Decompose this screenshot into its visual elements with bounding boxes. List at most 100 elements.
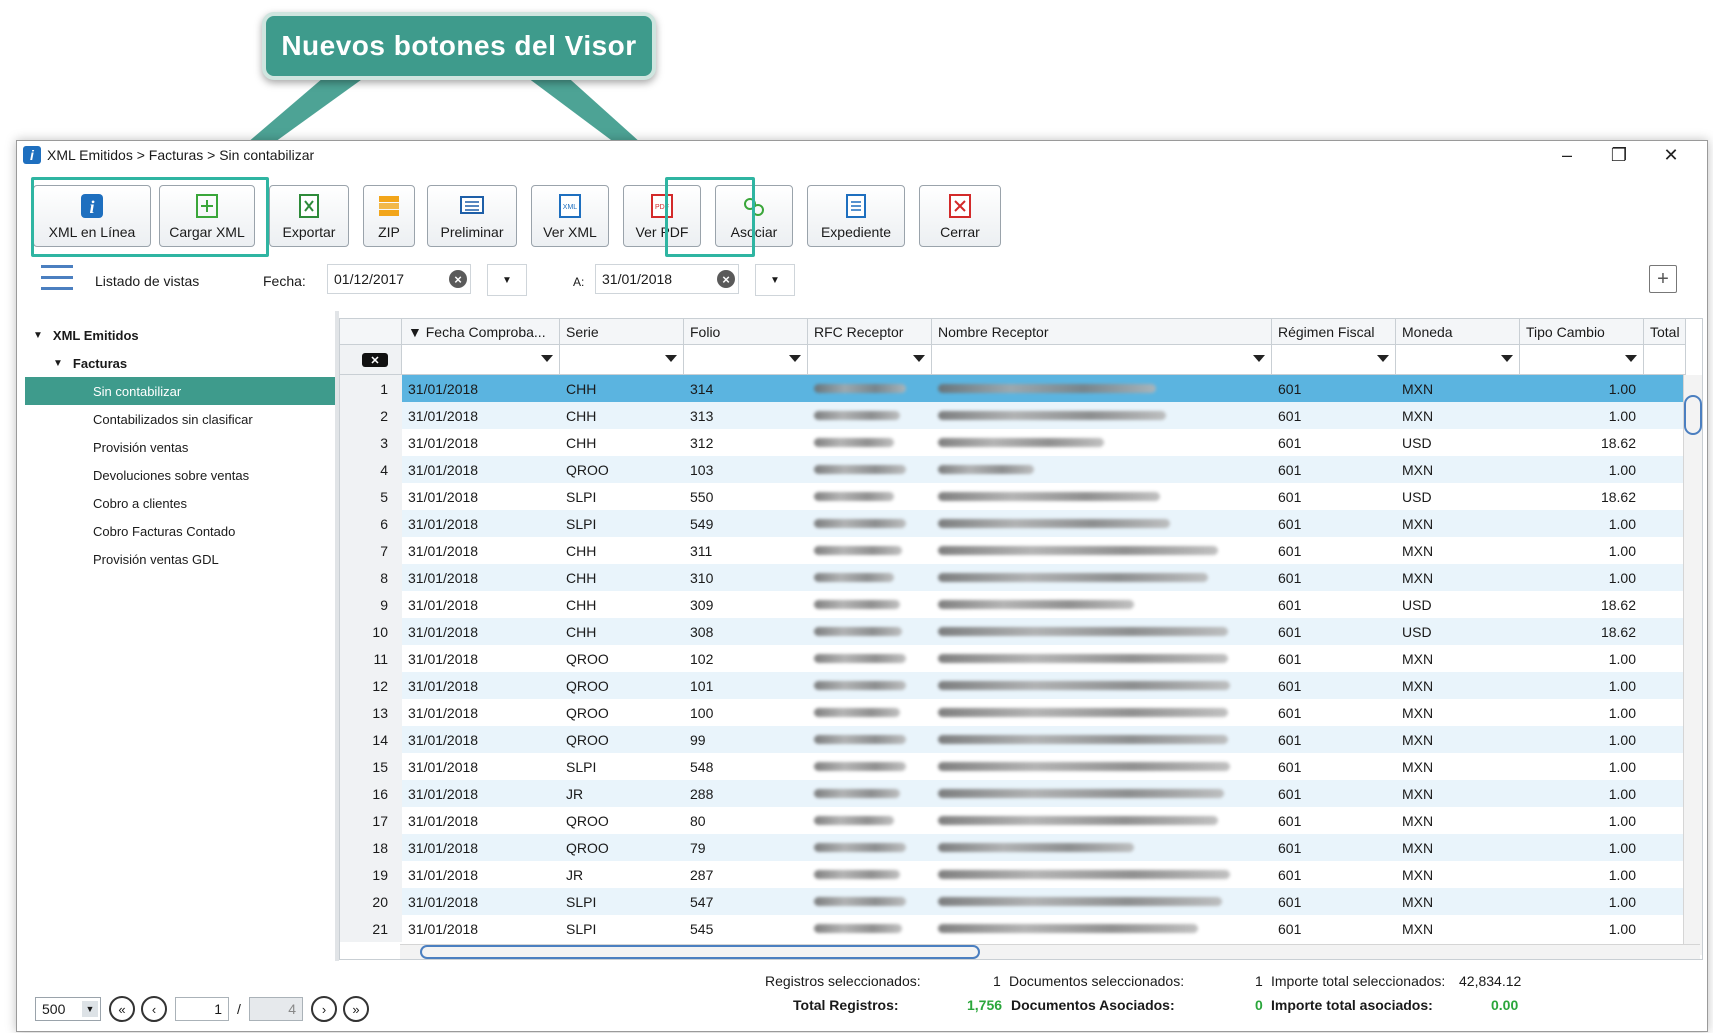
table-row[interactable]: 1 31/01/2018 CHH 314 601 MXN 1.00 bbox=[340, 375, 1686, 402]
page-input[interactable]: 1 bbox=[175, 997, 229, 1021]
sidebar-item-provision-ventas[interactable]: Provisión ventas bbox=[25, 433, 335, 461]
redacted-text bbox=[938, 519, 1170, 528]
table-row[interactable]: 19 31/01/2018 JR 287 601 MXN 1.00 bbox=[340, 861, 1686, 888]
filter-serie[interactable] bbox=[560, 345, 684, 375]
restore-button[interactable]: ❐ bbox=[1593, 141, 1645, 169]
redacted-text bbox=[938, 924, 1198, 933]
expediente-button[interactable]: Expediente bbox=[807, 185, 905, 247]
table-row[interactable]: 6 31/01/2018 SLPI 549 601 MXN 1.00 bbox=[340, 510, 1686, 537]
filter-fecha[interactable] bbox=[402, 345, 560, 375]
col-header-folio[interactable]: Folio bbox=[684, 319, 808, 345]
prev-page-icon[interactable]: ‹ bbox=[141, 996, 167, 1022]
table-row[interactable]: 16 31/01/2018 JR 288 601 MXN 1.00 bbox=[340, 780, 1686, 807]
last-page-icon[interactable]: » bbox=[343, 996, 369, 1022]
col-header-moneda[interactable]: Moneda bbox=[1396, 319, 1520, 345]
vertical-scrollbar[interactable] bbox=[1683, 375, 1702, 955]
table-row[interactable]: 20 31/01/2018 SLPI 547 601 MXN 1.00 bbox=[340, 888, 1686, 915]
cell-folio: 550 bbox=[690, 488, 714, 505]
table-row[interactable]: 14 31/01/2018 QROO 99 601 MXN 1.00 bbox=[340, 726, 1686, 753]
table-row[interactable]: 8 31/01/2018 CHH 310 601 MXN 1.00 bbox=[340, 564, 1686, 591]
col-header-rfc[interactable]: RFC Receptor bbox=[808, 319, 932, 345]
table-row[interactable]: 13 31/01/2018 QROO 100 601 MXN 1.00 bbox=[340, 699, 1686, 726]
col-header-fecha[interactable]: ▼ Fecha Comproba... bbox=[402, 319, 560, 345]
filter-tipo-cambio[interactable] bbox=[1520, 345, 1644, 375]
sidebar-item-cobro-clientes[interactable]: Cobro a clientes bbox=[25, 489, 335, 517]
first-page-icon[interactable]: « bbox=[109, 996, 135, 1022]
col-header-serie[interactable]: Serie bbox=[560, 319, 684, 345]
cell-moneda: USD bbox=[1402, 596, 1432, 613]
redacted-text bbox=[938, 762, 1230, 771]
table-row[interactable]: 10 31/01/2018 CHH 308 601 USD 18.62 bbox=[340, 618, 1686, 645]
cell-rfc bbox=[808, 591, 932, 618]
cell-nombre bbox=[932, 699, 1272, 726]
cell-total bbox=[1644, 807, 1686, 834]
filter-folio[interactable] bbox=[684, 345, 808, 375]
cell-fecha: 31/01/2018 bbox=[408, 380, 479, 397]
cell-rfc bbox=[808, 510, 932, 537]
cell-nombre bbox=[932, 429, 1272, 456]
table-row[interactable]: 7 31/01/2018 CHH 311 601 MXN 1.00 bbox=[340, 537, 1686, 564]
table-row[interactable]: 11 31/01/2018 QROO 102 601 MXN 1.00 bbox=[340, 645, 1686, 672]
cell-fecha: 31/01/2018 bbox=[408, 596, 479, 613]
redacted-text bbox=[814, 411, 900, 420]
menu-icon[interactable] bbox=[41, 265, 73, 293]
fecha-from-dropdown[interactable]: ▼ bbox=[487, 264, 527, 296]
ver-xml-button[interactable]: XML Ver XML bbox=[531, 185, 609, 247]
cell-regimen: 601 bbox=[1278, 542, 1302, 559]
table-row[interactable]: 5 31/01/2018 SLPI 550 601 USD 18.62 bbox=[340, 483, 1686, 510]
cell-fecha: 31/01/2018 bbox=[408, 893, 479, 910]
table-row[interactable]: 17 31/01/2018 QROO 80 601 MXN 1.00 bbox=[340, 807, 1686, 834]
horizontal-scrollbar[interactable] bbox=[400, 944, 1700, 959]
table-row[interactable]: 2 31/01/2018 CHH 313 601 MXN 1.00 bbox=[340, 402, 1686, 429]
exportar-label: Exportar bbox=[282, 224, 336, 240]
filter-nombre[interactable] bbox=[932, 345, 1272, 375]
table-row[interactable]: 4 31/01/2018 QROO 103 601 MXN 1.00 bbox=[340, 456, 1686, 483]
filter-moneda[interactable] bbox=[1396, 345, 1520, 375]
preliminar-button[interactable]: Preliminar bbox=[427, 185, 517, 247]
col-header-nombre[interactable]: Nombre Receptor bbox=[932, 319, 1272, 345]
fecha-to-value: 31/01/2018 bbox=[602, 271, 673, 287]
sidebar-item-contabilizados[interactable]: Contabilizados sin clasificar bbox=[25, 405, 335, 433]
table-row[interactable]: 12 31/01/2018 QROO 101 601 MXN 1.00 bbox=[340, 672, 1686, 699]
minimize-button[interactable]: – bbox=[1541, 141, 1593, 169]
add-view-icon[interactable]: + bbox=[1649, 265, 1677, 293]
sidebar-item-provision-gdl[interactable]: Provisión ventas GDL bbox=[25, 545, 335, 573]
redacted-text bbox=[814, 897, 906, 906]
table-row[interactable]: 18 31/01/2018 QROO 79 601 MXN 1.00 bbox=[340, 834, 1686, 861]
redacted-text bbox=[814, 600, 900, 609]
row-number: 17 bbox=[340, 807, 402, 834]
filter-total[interactable] bbox=[1644, 345, 1686, 375]
close-window-button[interactable]: ✕ bbox=[1645, 141, 1697, 169]
sidebar-item-cobro-contado[interactable]: Cobro Facturas Contado bbox=[25, 517, 335, 545]
sidebar-item-label: Provisión ventas GDL bbox=[93, 551, 219, 567]
filter-rfc[interactable] bbox=[808, 345, 932, 375]
zip-button[interactable]: ZIP bbox=[363, 185, 415, 247]
next-page-icon[interactable]: › bbox=[311, 996, 337, 1022]
table-row[interactable]: 15 31/01/2018 SLPI 548 601 MXN 1.00 bbox=[340, 753, 1686, 780]
col-header-tipo-cambio[interactable]: Tipo Cambio bbox=[1520, 319, 1644, 345]
tree-group[interactable]: ▼ Facturas bbox=[25, 349, 335, 377]
clear-filters-icon[interactable]: ✕ bbox=[340, 345, 402, 375]
table-row[interactable]: 9 31/01/2018 CHH 309 601 USD 18.62 bbox=[340, 591, 1686, 618]
tree-root[interactable]: ▼ XML Emitidos bbox=[25, 321, 335, 349]
col-header-regimen[interactable]: Régimen Fiscal bbox=[1272, 319, 1396, 345]
views-label[interactable]: Listado de vistas bbox=[95, 273, 199, 289]
cell-regimen: 601 bbox=[1278, 488, 1302, 505]
cerrar-button[interactable]: Cerrar bbox=[919, 185, 1001, 247]
fecha-to-dropdown[interactable]: ▼ bbox=[755, 264, 795, 296]
cell-serie: JR bbox=[566, 785, 584, 802]
clear-to-icon[interactable]: × bbox=[717, 270, 735, 288]
exportar-button[interactable]: Exportar bbox=[269, 185, 349, 247]
table-row[interactable]: 21 31/01/2018 SLPI 545 601 MXN 1.00 bbox=[340, 915, 1686, 942]
cell-regimen: 601 bbox=[1278, 461, 1302, 478]
row-number: 1 bbox=[340, 375, 402, 402]
sidebar-item-devoluciones[interactable]: Devoluciones sobre ventas bbox=[25, 461, 335, 489]
col-header-total[interactable]: Total bbox=[1644, 319, 1686, 345]
row-number: 13 bbox=[340, 699, 402, 726]
filter-regimen[interactable] bbox=[1272, 345, 1396, 375]
cell-folio: 101 bbox=[690, 677, 714, 694]
table-row[interactable]: 3 31/01/2018 CHH 312 601 USD 18.62 bbox=[340, 429, 1686, 456]
sidebar-item-sin-contabilizar[interactable]: Sin contabilizar bbox=[25, 377, 335, 405]
clear-from-icon[interactable]: × bbox=[449, 270, 467, 288]
page-size-select[interactable]: 500 ▼ bbox=[35, 997, 101, 1021]
